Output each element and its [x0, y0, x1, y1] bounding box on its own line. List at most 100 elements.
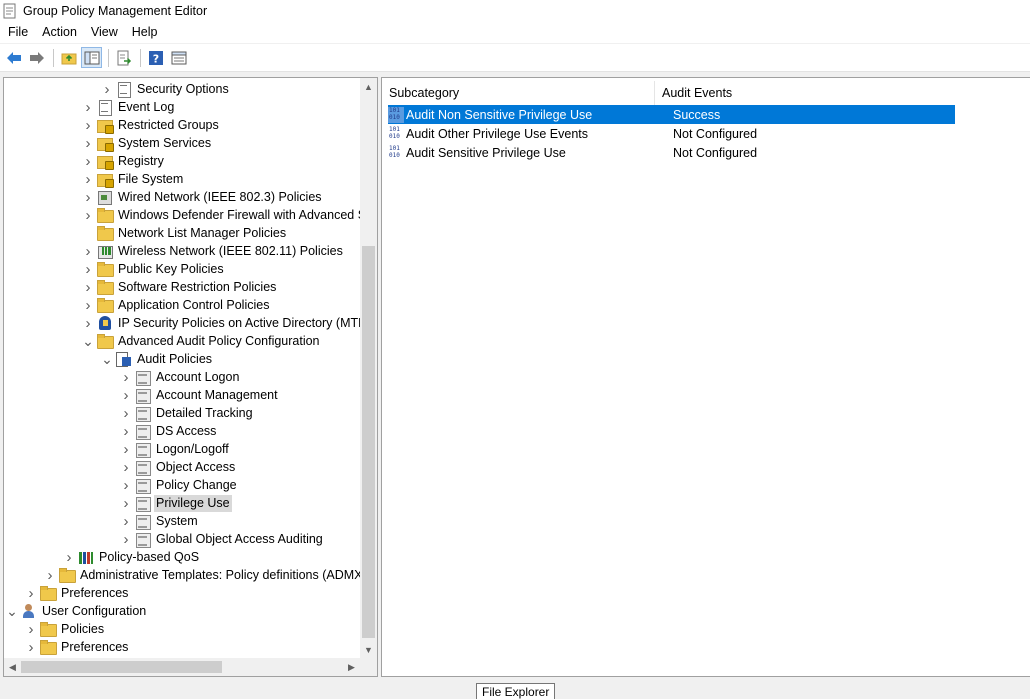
- scroll-thumb[interactable]: [362, 246, 375, 638]
- tree-node[interactable]: › Policies: [22, 620, 106, 638]
- chevron-right-icon[interactable]: ›: [79, 314, 97, 332]
- folder-icon: [40, 621, 57, 637]
- tree-vertical-scrollbar[interactable]: ▲ ▼: [360, 78, 377, 658]
- column-header-subcategory[interactable]: Subcategory: [382, 81, 655, 105]
- chevron-right-icon[interactable]: ›: [22, 638, 40, 656]
- folder-icon: [97, 297, 114, 313]
- chevron-right-icon[interactable]: ›: [117, 494, 135, 512]
- chevron-down-icon[interactable]: ⌄: [79, 332, 97, 350]
- scroll-left-icon[interactable]: ◀: [4, 658, 21, 676]
- tree-node-label: Policy Change: [156, 477, 237, 492]
- tree-node[interactable]: › Logon/Logoff: [117, 440, 231, 458]
- forward-icon[interactable]: [26, 47, 47, 68]
- chevron-right-icon[interactable]: ›: [117, 440, 135, 458]
- tree-node[interactable]: › Software Restriction Policies: [79, 278, 278, 296]
- tree-horizontal-scrollbar[interactable]: ◀ ▶: [4, 658, 360, 676]
- chevron-right-icon[interactable]: ›: [117, 530, 135, 548]
- menu-file[interactable]: File: [0, 22, 35, 43]
- tree-node[interactable]: › Account Logon: [117, 368, 241, 386]
- chevron-right-icon[interactable]: ›: [79, 152, 97, 170]
- chevron-right-icon[interactable]: ›: [79, 242, 97, 260]
- back-icon[interactable]: [3, 47, 24, 68]
- column-header-audit-events[interactable]: Audit Events: [655, 81, 1030, 105]
- chevron-right-icon[interactable]: ›: [98, 80, 116, 98]
- folder-icon: [97, 207, 114, 223]
- chevron-right-icon[interactable]: ›: [117, 368, 135, 386]
- folder-icon: [59, 567, 76, 583]
- chevron-right-icon[interactable]: ›: [22, 584, 40, 602]
- tree-node[interactable]: › Policy-based QoS: [60, 548, 201, 566]
- chevron-right-icon[interactable]: ›: [60, 548, 78, 566]
- chevron-right-icon[interactable]: ›: [79, 116, 97, 134]
- toolbar: ?: [0, 44, 1030, 72]
- chevron-right-icon[interactable]: ›: [117, 458, 135, 476]
- tree-node[interactable]: › Account Management: [117, 386, 280, 404]
- chevron-right-icon[interactable]: ›: [79, 278, 97, 296]
- tree-node[interactable]: › Preferences: [22, 584, 130, 602]
- console-tree[interactable]: › Security Options › Event Log › Restricted G…: [4, 78, 360, 658]
- chevron-right-icon[interactable]: ›: [79, 134, 97, 152]
- tree-node[interactable]: › Windows Defender Firewall with Advanced…: [79, 206, 361, 224]
- chevron-right-icon[interactable]: ›: [79, 170, 97, 188]
- tree-node[interactable]: ⌄ Audit Policies: [98, 350, 214, 368]
- chevron-right-icon[interactable]: ›: [41, 566, 59, 584]
- menu-help[interactable]: Help: [125, 22, 165, 43]
- tree-node[interactable]: › Object Access: [117, 458, 237, 476]
- tree-node[interactable]: › Application Control Policies: [79, 296, 271, 314]
- list-item[interactable]: Audit Non Sensitive Privilege Use Success: [388, 105, 955, 124]
- scroll-thumb[interactable]: [21, 661, 222, 673]
- chevron-right-icon[interactable]: ›: [79, 260, 97, 278]
- tree-node[interactable]: › Event Log: [79, 98, 176, 116]
- list-item[interactable]: Audit Sensitive Privilege Use Not Configu…: [388, 143, 955, 162]
- tree-node[interactable]: Network List Manager Policies: [79, 224, 288, 242]
- tree-node[interactable]: › Detailed Tracking: [117, 404, 255, 422]
- tree-node[interactable]: ⌄ Advanced Audit Policy Configuration: [79, 332, 322, 350]
- tree-node[interactable]: › Policy Change: [117, 476, 239, 494]
- tree-node[interactable]: › Security Options: [98, 80, 231, 98]
- tree-node[interactable]: › Wired Network (IEEE 802.3) Policies: [79, 188, 324, 206]
- help-icon[interactable]: ?: [145, 47, 166, 68]
- tree-node[interactable]: › Wireless Network (IEEE 802.11) Policies: [79, 242, 345, 260]
- tree-node[interactable]: › Registry: [79, 152, 166, 170]
- tree-node[interactable]: › System Services: [79, 134, 213, 152]
- chevron-right-icon[interactable]: ›: [79, 188, 97, 206]
- tree-node[interactable]: › File System: [79, 170, 185, 188]
- tree-node[interactable]: › IP Security Policies on Active Director…: [79, 314, 361, 332]
- chevron-right-icon[interactable]: ›: [79, 98, 97, 116]
- chevron-right-icon[interactable]: ›: [79, 296, 97, 314]
- scroll-right-icon[interactable]: ▶: [343, 658, 360, 676]
- subcategory-cell: Audit Non Sensitive Privilege Use: [406, 107, 593, 122]
- window-title: Group Policy Management Editor: [23, 4, 208, 18]
- list-item[interactable]: Audit Other Privilege Use Events Not Conf…: [388, 124, 955, 143]
- export-list-icon[interactable]: [113, 47, 134, 68]
- chevron-right-icon[interactable]: ›: [117, 512, 135, 530]
- audit-icon: [135, 459, 151, 476]
- tree-node[interactable]: › Administrative Templates: Policy defini…: [41, 566, 361, 584]
- scroll-up-icon[interactable]: ▲: [360, 78, 377, 95]
- tree-node[interactable]: › System: [117, 512, 200, 530]
- chevron-right-icon[interactable]: ›: [79, 206, 97, 224]
- chevron-right-icon[interactable]: ›: [117, 386, 135, 404]
- show-hide-tree-icon[interactable]: [81, 47, 102, 68]
- tree-node[interactable]: › Preferences: [22, 638, 130, 656]
- tree-node-label: Account Management: [156, 387, 278, 402]
- up-folder-icon[interactable]: [58, 47, 79, 68]
- chevron-right-icon[interactable]: ›: [117, 404, 135, 422]
- tree-node[interactable]: › Restricted Groups: [79, 116, 221, 134]
- chevron-right-icon[interactable]: ›: [117, 476, 135, 494]
- chevron-right-icon[interactable]: ›: [117, 422, 135, 440]
- details-pane: Subcategory Audit Events Audit Non Sensi…: [381, 77, 1030, 677]
- audit-icon: [135, 513, 151, 530]
- chevron-down-icon[interactable]: ⌄: [4, 602, 21, 620]
- scroll-down-icon[interactable]: ▼: [360, 641, 377, 658]
- chevron-down-icon[interactable]: ⌄: [98, 350, 116, 368]
- tree-node[interactable]: › DS Access: [117, 422, 218, 440]
- properties-view-icon[interactable]: [168, 47, 189, 68]
- tree-node[interactable]: › Global Object Access Auditing: [117, 530, 325, 548]
- tree-node[interactable]: ⌄ User Configuration: [4, 602, 148, 620]
- menu-action[interactable]: Action: [35, 22, 84, 43]
- tree-node[interactable]: › Public Key Policies: [79, 260, 226, 278]
- menu-view[interactable]: View: [84, 22, 125, 43]
- tree-node[interactable]: › Privilege Use: [117, 494, 232, 512]
- chevron-right-icon[interactable]: ›: [22, 620, 40, 638]
